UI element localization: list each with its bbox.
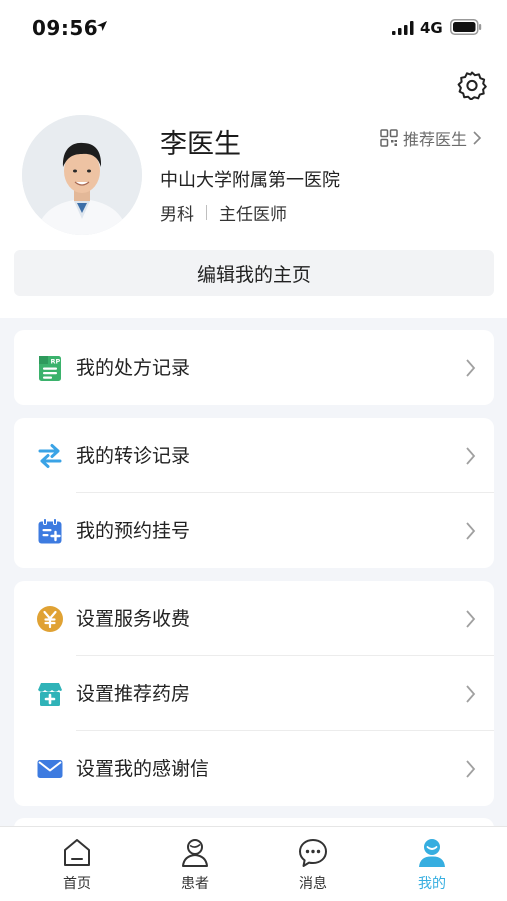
menu-item-label: 我的转诊记录: [76, 445, 191, 467]
svg-text:RP: RP: [51, 358, 61, 366]
prescription-icon: RP: [39, 356, 61, 381]
menu-item-label: 我的处方记录: [76, 357, 191, 379]
menu-item-recommended-pharmacy[interactable]: 设置推荐药房: [14, 656, 494, 731]
menu-item-appointments[interactable]: 我的预约挂号: [14, 493, 494, 568]
chevron-right-icon: [473, 131, 482, 145]
profile-icon: [419, 839, 445, 867]
menu-card-settings: 设置服务收费 设置推荐药房 设置我的感谢信: [14, 581, 494, 806]
chevron-right-icon: [466, 447, 476, 465]
network-type: 4G: [420, 19, 443, 37]
menu-card-records: RP 我的处方记录: [14, 330, 494, 405]
menu-item-service-fee[interactable]: 设置服务收费: [14, 581, 494, 656]
department: 男科: [160, 205, 194, 225]
tab-home[interactable]: 首页: [22, 827, 132, 901]
menu-item-label: 设置我的感谢信: [76, 758, 210, 780]
settings-gear-icon[interactable]: [457, 70, 487, 100]
status-time: 09:56: [32, 16, 99, 40]
qr-code-icon: [380, 129, 398, 147]
menu-item-referral-records[interactable]: 我的转诊记录: [14, 418, 494, 493]
menu-item-label: 设置服务收费: [76, 608, 191, 630]
doctor-title: 主任医师: [219, 205, 287, 225]
pharmacy-icon: [38, 683, 62, 706]
menu-item-prescription-records[interactable]: RP 我的处方记录: [14, 330, 494, 405]
doctor-name: 李医生: [160, 129, 241, 160]
recommend-doctor-label: 推荐医生: [403, 130, 468, 149]
meta-divider: [206, 205, 207, 220]
status-bar: 09:56 4G: [0, 0, 507, 56]
menu-card-referral: 我的转诊记录 我的预约挂号: [14, 418, 494, 568]
yen-icon: [37, 606, 63, 632]
recommend-doctor-link[interactable]: 推荐医生: [380, 127, 482, 149]
patient-icon: [182, 839, 208, 867]
bottom-tab-bar: 首页 患者 消息 我的: [0, 826, 507, 901]
menu-item-label: 我的预约挂号: [76, 520, 191, 542]
chevron-right-icon: [466, 522, 476, 540]
tab-label: 我的: [418, 876, 446, 892]
menu-item-label: 设置推荐药房: [76, 683, 191, 705]
battery-icon: [450, 19, 482, 35]
doctor-avatar[interactable]: [22, 115, 142, 235]
menu-item-thank-you-letters[interactable]: 设置我的感谢信: [14, 731, 494, 806]
tab-label: 首页: [63, 876, 91, 892]
chevron-right-icon: [466, 610, 476, 628]
tab-messages[interactable]: 消息: [258, 827, 368, 901]
chevron-right-icon: [466, 685, 476, 703]
home-icon: [64, 839, 90, 866]
tab-patients[interactable]: 患者: [140, 827, 250, 901]
tab-label: 消息: [299, 876, 327, 892]
message-icon: [299, 839, 327, 867]
location-arrow-icon: [97, 21, 107, 31]
chevron-right-icon: [466, 760, 476, 778]
mail-icon: [37, 760, 63, 778]
chevron-right-icon: [466, 359, 476, 377]
edit-homepage-button[interactable]: 编辑我的主页: [14, 250, 494, 296]
tab-label: 患者: [181, 876, 209, 892]
tab-mine[interactable]: 我的: [377, 827, 487, 901]
signal-icon: [392, 21, 414, 35]
transfer-icon: [38, 444, 62, 468]
calendar-icon: [38, 518, 62, 544]
doctor-portrait: [22, 115, 142, 235]
doctor-meta: 男科 主任医师: [160, 200, 287, 225]
hospital-name: 中山大学附属第一医院: [160, 170, 340, 191]
